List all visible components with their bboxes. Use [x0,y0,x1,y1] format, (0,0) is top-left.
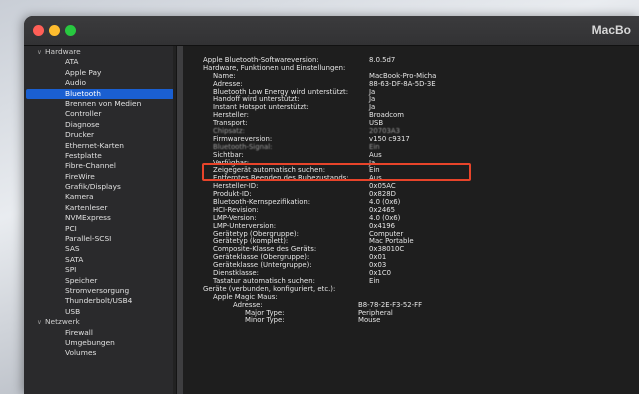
sidebar-item[interactable]: SPI [26,265,174,275]
detail-row: Hersteller: Broadcom [183,111,639,120]
detail-row-value: 8.0.5d7 [369,56,396,64]
sidebar-item[interactable]: SAS [26,244,174,254]
detail-row: Bluetooth-Signal: Ein [183,143,639,152]
sidebar-item-label: Apple Pay [65,67,102,77]
sidebar-item-label: Drucker [65,130,95,140]
sidebar-item[interactable]: SATA [26,255,174,265]
sidebar-item-label: FireWire [65,171,95,181]
sidebar-item-label: SPI [65,265,77,275]
sidebar-item-label: Diagnose [65,119,100,129]
sidebar-item[interactable]: Controller [26,109,174,119]
sidebar-item[interactable]: ATA [26,57,174,67]
sidebar[interactable]: ∨ Hardware ATA Apple Pay Audio Bluetooth Brenn… [24,46,176,394]
sidebar-item-label: Stromversorgung [65,285,130,295]
detail-row: Transport: USB [183,119,639,128]
sidebar-item-label: Brennen von Medien [65,98,142,108]
sidebar-item[interactable]: Audio [26,78,174,88]
detail-row: Instant Hotspot unterstützt: Ja [183,103,639,112]
sidebar-item-label: NVMExpress [65,213,111,223]
sidebar-item-label: Parallel-SCSI [65,234,112,244]
sidebar-item[interactable]: Apple Pay [26,68,174,78]
sidebar-category[interactable]: ∨ Hardware [26,47,174,57]
sidebar-item-label: ATA [65,57,79,67]
sidebar-item[interactable]: Kartenleser [26,203,174,213]
sidebar-item-label: Controller [65,109,102,119]
sidebar-item-label: Umgebungen [65,337,115,347]
sidebar-item-label: SATA [65,254,84,264]
sidebar-item[interactable]: Ethernet-Karten [26,141,174,151]
sidebar-item[interactable]: Brennen von Medien [26,99,174,109]
sidebar-item-label: Kartenleser [65,202,108,212]
detail-row: Sichtbar: Aus [183,151,639,160]
sidebar-item-label: Hardware [45,47,81,56]
sidebar-item-label: Netzwerk [45,317,80,327]
minimize-icon[interactable] [49,25,60,36]
sidebar-item-label: Bluetooth [65,88,101,98]
sidebar-item[interactable]: FireWire [26,172,174,182]
detail-row-value: Ein [369,276,380,285]
sidebar-item[interactable]: PCI [26,224,174,234]
detail-row-value: Mouse [358,316,381,325]
sidebar-item[interactable]: Volumes [26,348,174,358]
detail-row-value: 88-63-DF-8A-5D-3E [369,79,436,88]
sidebar-item[interactable]: Drucker [26,130,174,140]
sidebar-item-label: Grafik/Displays [65,182,121,192]
sidebar-item[interactable]: Firewall [26,328,174,338]
sidebar-category[interactable]: ∨ Netzwerk [26,317,174,327]
window-title: MacBo [591,23,631,37]
sidebar-item[interactable]: USB [26,307,174,317]
sidebar-item-label: Ethernet-Karten [65,140,124,150]
sidebar-item-label: SAS [65,244,80,254]
title-bar[interactable]: MacBo [24,16,639,46]
detail-rows: Apple Bluetooth-Softwareversion: 8.0.5d7 H… [183,56,639,325]
sidebar-item[interactable]: Parallel-SCSI [26,234,174,244]
detail-pane: Apple Bluetooth-Softwareversion: 8.0.5d7 H… [183,46,639,394]
sidebar-item[interactable]: NVMExpress [26,213,174,223]
sidebar-item[interactable]: Festplatte [26,151,174,161]
sidebar-item[interactable]: Bluetooth [26,88,174,99]
sidebar-item[interactable]: Grafik/Displays [26,182,174,192]
chevron-down-icon[interactable]: ∨ [37,317,45,327]
sidebar-item-label: PCI [65,223,77,233]
firmware-highlight-box [202,163,471,181]
sidebar-item-label: Thunderbolt/USB4 [65,296,133,306]
system-information-window: MacBo ∨ Hardware ATA Apple Pay Audio Bluetoot… [24,16,639,394]
sidebar-item[interactable]: Speicher [26,276,174,286]
detail-row: Minor Type: Mouse [183,316,639,325]
sidebar-item-label: Firewall [65,327,93,337]
sidebar-item[interactable]: Stromversorgung [26,286,174,296]
sidebar-item[interactable]: Kamera [26,192,174,202]
sidebar-item-label: Fibre-Channel [65,161,116,171]
sidebar-item-label: Festplatte [65,150,102,160]
detail-row-label: Minor Type: [245,316,285,325]
sidebar-item-label: Volumes [65,348,97,358]
sidebar-list: ∨ Hardware ATA Apple Pay Audio Bluetooth Brenn… [24,46,176,359]
sidebar-item[interactable]: Thunderbolt/USB4 [26,296,174,306]
close-icon[interactable] [33,25,44,36]
sidebar-item[interactable]: Fibre-Channel [26,161,174,171]
sidebar-item[interactable]: Umgebungen [26,338,174,348]
chevron-down-icon[interactable]: ∨ [37,47,45,57]
zoom-icon[interactable] [65,25,76,36]
sidebar-item-label: Audio [65,78,87,88]
sidebar-item-label: Speicher [65,275,98,285]
sidebar-item[interactable]: Diagnose [26,120,174,130]
sidebar-item-label: USB [65,306,81,316]
sidebar-item-label: Kamera [65,192,94,202]
